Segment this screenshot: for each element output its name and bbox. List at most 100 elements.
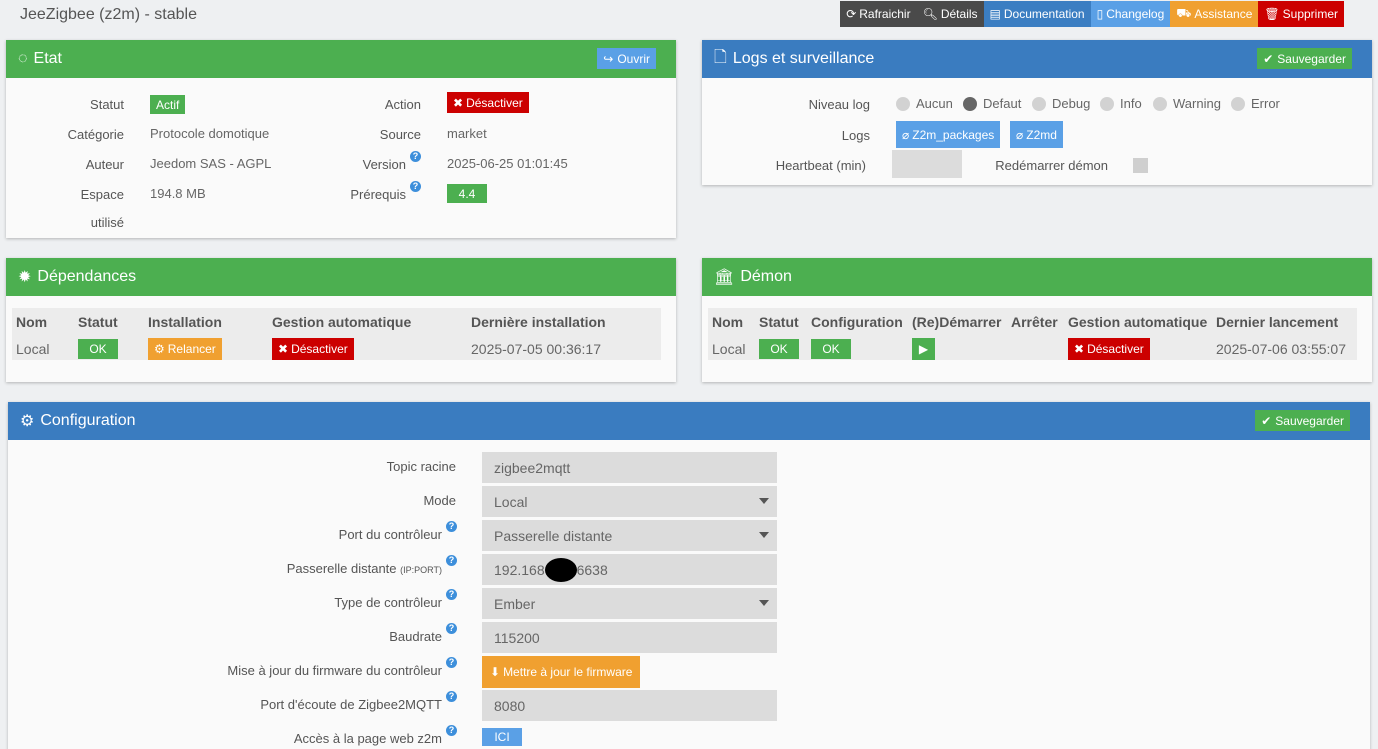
dependances-title: Dépendances [37,268,137,285]
topic-input[interactable]: zigbee2mqtt [482,452,777,483]
demon-nom: Local [712,341,746,357]
documentation-button[interactable]: ▤ Documentation [983,1,1091,27]
log-z2m-packages-button[interactable]: ⌀ Z2m_packages [896,121,1001,148]
type-label: Type de contrôleur? [334,589,457,610]
espace-value: 194.8 MB [150,186,206,201]
desactiver-plugin-button[interactable]: ✖ Désactiver [447,92,529,113]
chevron-down-icon [759,600,769,606]
help-icon[interactable]: ? [446,657,457,668]
help-icon[interactable]: ? [446,623,457,634]
log-level-defaut[interactable]: Defaut [963,96,1021,111]
help-icon[interactable]: ? [410,181,421,192]
radio-icon [896,96,910,111]
source-label: Source [379,127,421,142]
source-value: market [447,126,487,141]
logs-header: 🗋︎ Logs et surveillance ✔ Sauvegarder [702,40,1372,78]
log-z2md-button[interactable]: ⌀ Z2md [1010,121,1063,148]
dep-derniere-value: 2025-07-05 00:36:17 [471,341,601,357]
log-level-info[interactable]: Info [1100,96,1142,111]
logs-title: Logs et surveillance [732,50,875,67]
dependances-panel: ✹ Dépendances Nom Statut Installation Ges… [6,258,676,382]
config-save-button[interactable]: ✔ Sauvegarder [1255,410,1350,431]
cogs-icon: ⚙ [20,413,35,430]
categorie-label: Catégorie [67,127,124,142]
restart-daemon-button[interactable]: ▶ [912,338,935,360]
mode-select[interactable]: Local [482,486,777,517]
radio-selected-icon [963,96,977,111]
configuration-header: ⚙ Configuration ✔ Sauvegarder [8,402,1370,440]
radio-icon [1100,96,1114,111]
bank-icon: 🏛︎ [714,269,735,286]
page-title: JeeZigbee (z2m) - stable [20,6,197,23]
col-derniere: Dernière installation [471,314,606,330]
demon-panel: 🏛︎ Démon Nom Statut Configuration (Re)Dém… [702,258,1372,382]
log-level-error[interactable]: Error [1231,96,1280,111]
paperclip-icon: ⌀ [902,127,910,142]
log-level-aucun[interactable]: Aucun [896,96,953,111]
prerequis-badge: 4.4 [447,184,487,203]
delete-button[interactable]: 🗑︎ Supprimer [1258,1,1344,27]
file-icon: ▯ [1096,7,1104,21]
heartbeat-label: Heartbeat (min) [775,158,866,173]
assistance-button[interactable]: ⛟ Assistance [1170,1,1259,27]
log-level-debug[interactable]: Debug [1032,96,1090,111]
configuration-title: Configuration [40,412,136,429]
port-select[interactable]: Passerelle distante [482,520,777,551]
close-icon: ✖ [278,342,289,356]
web-access-button[interactable]: ICI [482,728,522,746]
demon-dernier-value: 2025-07-06 03:55:07 [1216,341,1346,357]
dep-desactiver-button[interactable]: ✖ Désactiver [272,338,354,360]
paperclip-icon: ⌀ [1016,127,1024,142]
circle-notch-icon: ◌ [18,50,28,67]
etat-panel: ◌ Etat ↪ Ouvrir Statut Actif Catégorie Pro… [6,40,676,238]
changelog-button[interactable]: ▯ Changelog [1090,1,1171,27]
check-circle-icon: ✔ [1263,51,1274,66]
col-configuration: Configuration [811,314,903,330]
heartbeat-input[interactable] [892,150,962,178]
details-button[interactable]: 🔍︎ Détails [916,1,984,27]
trash-icon: 🗑︎ [1264,7,1280,21]
help-icon[interactable]: ? [410,151,421,162]
passerelle-input[interactable]: 192.168 6638 [482,554,777,585]
col-nom: Nom [16,314,48,330]
port-label: Port du contrôleur? [339,521,457,542]
book-icon: ▤ [989,7,1001,21]
etat-header: ◌ Etat ↪ Ouvrir [6,40,676,78]
version-value: 2025-06-25 01:01:45 [447,156,568,171]
gear-icon: ✹ [18,269,32,286]
demon-config-badge: OK [811,339,851,359]
dependances-table: Nom Statut Installation Gestion automati… [12,308,661,360]
demon-statut-badge: OK [759,339,799,359]
logs-save-button[interactable]: ✔ Sauvegarder [1257,48,1352,69]
open-button[interactable]: ↪ Ouvrir [597,48,656,69]
close-icon: ✖ [1074,342,1085,356]
relancer-button[interactable]: ⚙ Relancer [148,338,222,360]
dependances-header: ✹ Dépendances [6,258,676,296]
help-icon[interactable]: ? [446,521,457,532]
update-firmware-button[interactable]: ⬇ Mettre à jour le firmware [482,656,641,688]
baudrate-label: Baudrate? [389,623,457,644]
file-icon: 🗋︎ [714,48,727,66]
demon-desactiver-button[interactable]: ✖ Désactiver [1068,338,1150,360]
type-select[interactable]: Ember [482,588,777,619]
top-toolbar: ⟳ Rafraichir 🔍︎ Détails ▤ Documentation ▯ Ch… [840,1,1344,27]
espace-label-2: utilisé [90,215,124,230]
passerelle-label: Passerelle distante (IP:PORT)? [287,555,457,576]
demon-table: Nom Statut Configuration (Re)Démarrer Ar… [708,308,1357,360]
baudrate-input[interactable]: 115200 [482,622,777,653]
help-icon[interactable]: ? [446,691,457,702]
mode-label: Mode [423,493,456,508]
search-icon: 🔍︎ [922,7,938,21]
help-icon[interactable]: ? [446,555,457,566]
help-icon[interactable]: ? [446,725,457,736]
log-level-warning[interactable]: Warning [1153,96,1221,111]
refresh-button[interactable]: ⟳ Rafraichir [840,1,917,27]
help-icon[interactable]: ? [446,589,457,600]
listen-port-input[interactable]: 8080 [482,690,777,721]
play-icon: ▶ [918,342,929,356]
col-dernier: Dernier lancement [1216,314,1339,330]
niveau-log-label: Niveau log [808,97,870,112]
listen-port-label: Port d'écoute de Zigbee2MQTT? [260,691,457,712]
restart-daemon-checkbox[interactable] [1133,158,1148,173]
categorie-value: Protocole domotique [150,126,270,141]
